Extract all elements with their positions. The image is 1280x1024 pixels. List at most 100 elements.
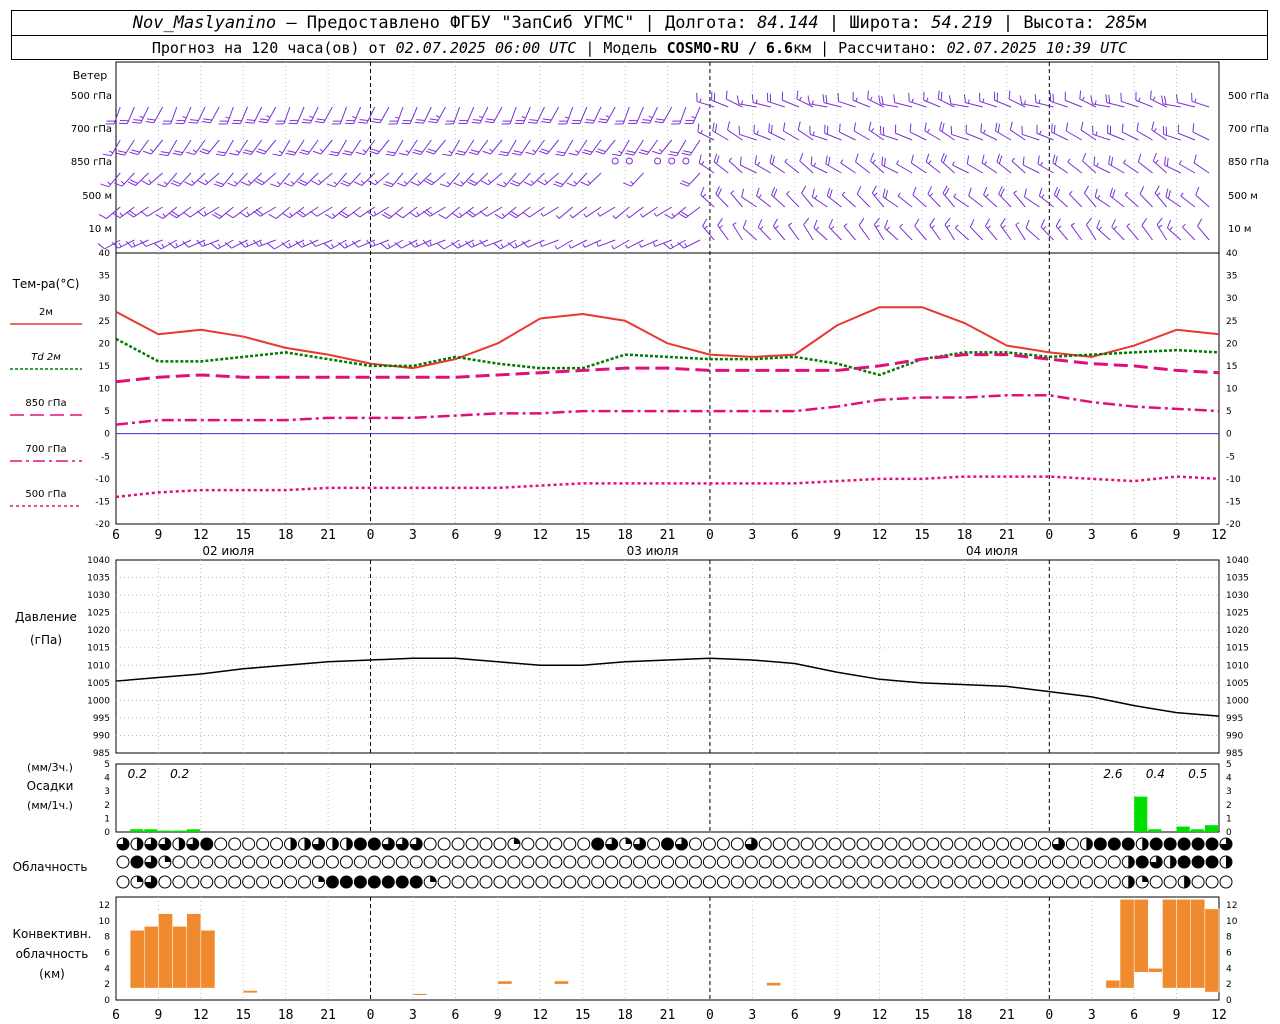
pressure-tick-left: 1020 xyxy=(87,626,110,636)
cloud-cover-symbol xyxy=(381,837,395,851)
wind-barb-flag xyxy=(716,155,720,164)
wind-barb xyxy=(948,95,969,108)
wind-barb xyxy=(871,185,885,208)
cloud-cover-symbol xyxy=(1135,837,1149,851)
cloud-cover-symbol xyxy=(200,837,214,851)
cloud-cover-symbol xyxy=(912,855,926,869)
wind-barb-flag xyxy=(772,218,778,227)
cloud-circle xyxy=(214,875,228,889)
wind-barb-flag xyxy=(494,213,503,220)
cloud-circle xyxy=(493,837,507,851)
wind-barb-flag xyxy=(455,152,465,156)
wind-barb-staff xyxy=(952,164,969,174)
cloud-circle xyxy=(577,875,591,889)
wind-barb-flag xyxy=(995,122,998,132)
cloud-cover-symbol xyxy=(730,875,744,889)
wind-barb xyxy=(288,106,305,125)
cloud-circle xyxy=(325,855,339,869)
wind-barb-flag xyxy=(944,217,951,226)
wind-barb-flag xyxy=(240,181,249,186)
wind-barb-flag xyxy=(315,120,324,124)
wind-barb-flag xyxy=(948,95,952,104)
precip-tick-left: 0 xyxy=(104,828,110,838)
cloud-cover-symbol xyxy=(730,837,744,851)
wind-barb-halfflag xyxy=(119,212,123,217)
cloud-cover-symbol xyxy=(284,837,298,851)
wind-barb xyxy=(127,172,149,186)
wind-barb xyxy=(422,239,446,247)
wind-barb-flag xyxy=(937,90,940,100)
cloud-circle xyxy=(1010,855,1024,869)
hour-tick-label: 12 xyxy=(532,1008,548,1023)
cloud-cover-symbol xyxy=(521,875,535,889)
wind-barb-flag xyxy=(714,123,718,133)
wind-barb-halfflag xyxy=(1041,194,1045,199)
wind-barb xyxy=(312,139,333,155)
cloud-fill xyxy=(1128,876,1135,888)
cloud-cover-symbol xyxy=(256,875,270,889)
precip-bar xyxy=(158,830,172,832)
wind-barb-flag xyxy=(100,183,109,188)
wind-barb-halfflag xyxy=(700,129,703,134)
day-label: 03 июля xyxy=(627,544,679,558)
wind-barb-halfflag xyxy=(1095,131,1098,136)
wind-barb-flag xyxy=(556,151,566,154)
wind-barb-flag xyxy=(554,181,564,185)
hour-tick-label: 3 xyxy=(409,1008,417,1023)
cloud-cover-symbol xyxy=(535,855,549,869)
wind-barb xyxy=(1111,219,1125,241)
cloud-circle xyxy=(758,837,772,851)
cloud-circle xyxy=(256,855,270,869)
cloud-cover-symbol xyxy=(968,837,982,851)
wind-barb xyxy=(810,156,828,174)
wind-barb xyxy=(245,106,263,124)
wind-barb-halfflag xyxy=(757,161,761,166)
cloud-circle xyxy=(814,875,828,889)
hour-tick-label: 21 xyxy=(999,528,1015,543)
cloud-circle xyxy=(437,875,451,889)
wind-barb xyxy=(331,106,347,125)
wind-barb-flag xyxy=(1108,94,1111,104)
wind-barb-flag xyxy=(340,182,349,187)
hour-tick-label: 6 xyxy=(112,528,120,543)
cloud-circle xyxy=(619,875,633,889)
cloud-cover-symbol xyxy=(647,875,661,889)
wind-barb-staff xyxy=(148,172,163,186)
wind-barb xyxy=(1037,155,1054,174)
conv-unit: (км) xyxy=(39,967,65,981)
cloud-cover-symbol xyxy=(242,875,256,889)
wind-barb-flag xyxy=(116,152,125,156)
wind-barb-halfflag xyxy=(886,226,890,231)
cloud-cover-symbol xyxy=(1219,855,1233,869)
wind-barb-halfflag xyxy=(618,150,623,154)
wind-barb-flag xyxy=(416,119,425,121)
wind-barb-staff xyxy=(838,100,856,108)
cloud-cover-symbol xyxy=(186,855,200,869)
wind-barb-halfflag xyxy=(982,98,985,103)
wind-barb xyxy=(855,153,871,174)
cloud-cover-symbol xyxy=(535,875,549,889)
wind-barb xyxy=(807,95,828,108)
cloud-cover-symbol xyxy=(619,855,633,869)
cloud-cover-symbol xyxy=(1010,875,1024,889)
pressure-tick-left: 1030 xyxy=(87,591,110,601)
hour-tick-label: 6 xyxy=(1130,528,1138,543)
wind-barb-staff xyxy=(741,196,757,208)
wind-barb-flag xyxy=(882,188,886,198)
cloud-cover-symbol xyxy=(674,855,688,869)
cloud-cover-symbol xyxy=(1107,837,1121,851)
cloud-cover-symbol xyxy=(982,855,996,869)
cloud-cover-symbol xyxy=(325,837,339,851)
wind-barb-flag xyxy=(186,151,195,156)
cloud-cover-symbol xyxy=(465,837,479,851)
wind-barb-flag xyxy=(941,123,945,132)
convective-cloud-bar xyxy=(1190,899,1206,989)
wind-barb-staff xyxy=(700,194,715,208)
hour-tick-label: 9 xyxy=(494,1008,502,1023)
wind-barb-halfflag xyxy=(162,213,166,217)
wind-barb-halfflag xyxy=(582,243,586,248)
precip-bar xyxy=(1134,796,1148,832)
wind-barb xyxy=(1154,185,1168,208)
wind-barb-halfflag xyxy=(953,193,957,198)
wind-barb xyxy=(828,219,842,241)
